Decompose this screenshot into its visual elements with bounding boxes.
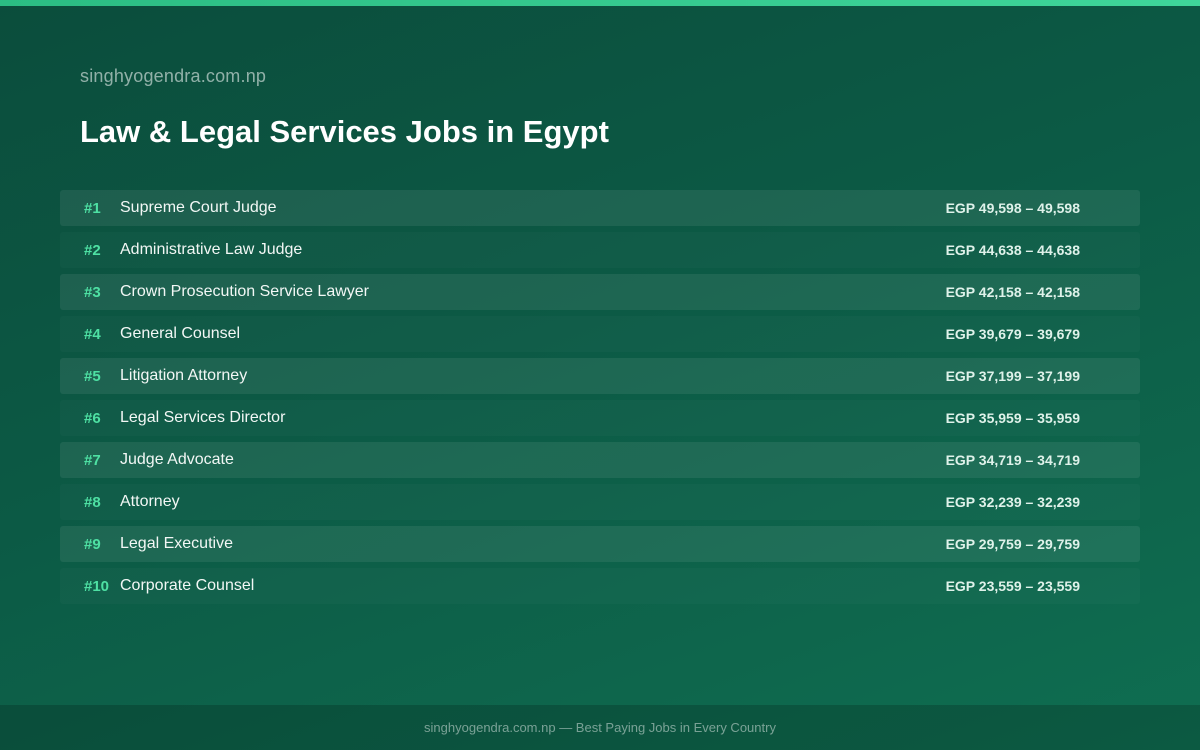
job-salary: EGP 37,199 – 37,199 bbox=[945, 368, 1080, 384]
job-row: #4 General Counsel EGP 39,679 – 39,679 bbox=[60, 316, 1140, 352]
job-row: #7 Judge Advocate EGP 34,719 – 34,719 bbox=[60, 442, 1140, 478]
job-rank: #9 bbox=[84, 535, 101, 553]
footer-text: singhyogendra.com.np — Best Paying Jobs … bbox=[424, 720, 776, 735]
job-title: Legal Services Director bbox=[120, 409, 286, 426]
job-salary: EGP 42,158 – 42,158 bbox=[945, 284, 1080, 300]
job-rank: #6 bbox=[84, 409, 101, 427]
job-row: #6 Legal Services Director EGP 35,959 – … bbox=[60, 400, 1140, 436]
job-row: #1 Supreme Court Judge EGP 49,598 – 49,5… bbox=[60, 190, 1140, 226]
job-salary: EGP 34,719 – 34,719 bbox=[945, 452, 1080, 468]
job-title: Litigation Attorney bbox=[120, 367, 248, 384]
job-rank: #7 bbox=[84, 451, 101, 469]
job-row: #3 Crown Prosecution Service Lawyer EGP … bbox=[60, 274, 1140, 310]
site-name: singhyogendra.com.np bbox=[80, 66, 267, 86]
page-title: Law & Legal Services Jobs in Egypt bbox=[80, 114, 609, 149]
job-salary: EGP 32,239 – 32,239 bbox=[945, 494, 1080, 510]
job-rank: #1 bbox=[84, 199, 101, 217]
job-row: #9 Legal Executive EGP 29,759 – 29,759 bbox=[60, 526, 1140, 562]
job-salary: EGP 35,959 – 35,959 bbox=[945, 410, 1080, 426]
job-salary: EGP 44,638 – 44,638 bbox=[945, 242, 1080, 258]
job-salary: EGP 39,679 – 39,679 bbox=[945, 326, 1080, 342]
job-rank: #3 bbox=[84, 283, 101, 301]
job-salary: EGP 49,598 – 49,598 bbox=[945, 200, 1080, 216]
job-title: General Counsel bbox=[120, 325, 241, 342]
job-title: Legal Executive bbox=[120, 535, 233, 552]
job-title: Attorney bbox=[120, 493, 180, 510]
job-title: Supreme Court Judge bbox=[120, 199, 277, 216]
job-row: #8 Attorney EGP 32,239 – 32,239 bbox=[60, 484, 1140, 520]
job-rank: #10 bbox=[84, 577, 110, 595]
job-rank: #4 bbox=[84, 325, 101, 343]
top-accent-bar bbox=[0, 0, 1200, 6]
job-title: Administrative Law Judge bbox=[120, 241, 303, 258]
job-rank: #8 bbox=[84, 493, 101, 511]
job-salary: EGP 29,759 – 29,759 bbox=[945, 536, 1080, 552]
job-row: #5 Litigation Attorney EGP 37,199 – 37,1… bbox=[60, 358, 1140, 394]
footer: singhyogendra.com.np — Best Paying Jobs … bbox=[0, 705, 1200, 750]
job-rank: #5 bbox=[84, 367, 101, 385]
job-row: #2 Administrative Law Judge EGP 44,638 –… bbox=[60, 232, 1140, 268]
job-row: #10 Corporate Counsel EGP 23,559 – 23,55… bbox=[60, 568, 1140, 604]
job-salary: EGP 23,559 – 23,559 bbox=[945, 578, 1080, 594]
job-title: Corporate Counsel bbox=[120, 577, 255, 594]
job-rank: #2 bbox=[84, 241, 101, 259]
job-title: Judge Advocate bbox=[120, 451, 234, 468]
job-list: #1 Supreme Court Judge EGP 49,598 – 49,5… bbox=[60, 190, 1140, 610]
job-title: Crown Prosecution Service Lawyer bbox=[120, 283, 369, 300]
